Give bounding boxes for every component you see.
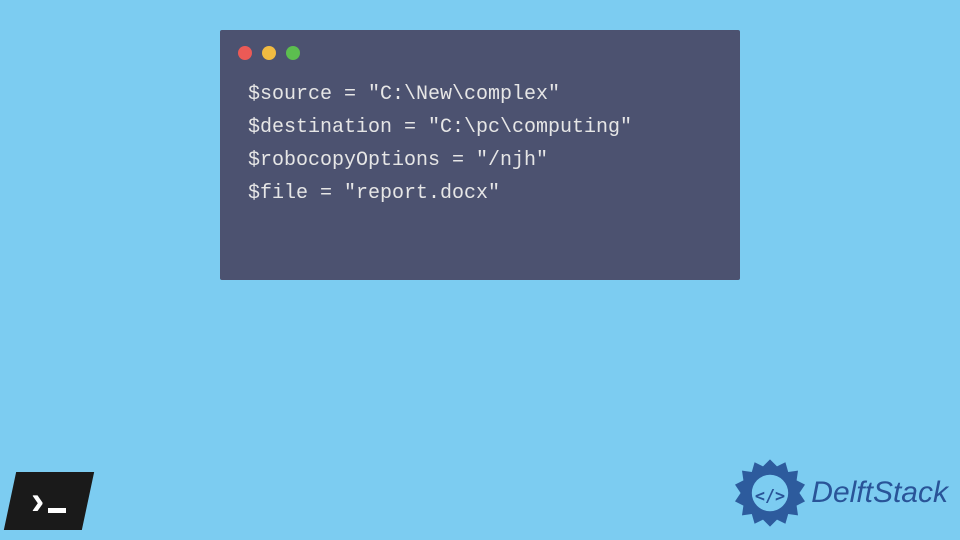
powershell-icon: › [4, 472, 94, 530]
code-line: $robocopyOptions = "/njh" [248, 144, 712, 177]
code-window: $source = "C:\New\complex" $destination … [220, 30, 740, 280]
close-icon [238, 46, 252, 60]
minimize-icon [262, 46, 276, 60]
svg-text:</>: </> [755, 485, 785, 505]
maximize-icon [286, 46, 300, 60]
code-line: $destination = "C:\pc\computing" [248, 111, 712, 144]
window-controls [220, 30, 740, 60]
code-content: $source = "C:\New\complex" $destination … [220, 60, 740, 210]
delftstack-badge-icon: </> [735, 458, 805, 528]
code-line: $file = "report.docx" [248, 177, 712, 210]
code-line: $source = "C:\New\complex" [248, 78, 712, 111]
brand-name: DelftStack [811, 476, 948, 510]
delftstack-logo: </> DelftStack [735, 458, 948, 528]
